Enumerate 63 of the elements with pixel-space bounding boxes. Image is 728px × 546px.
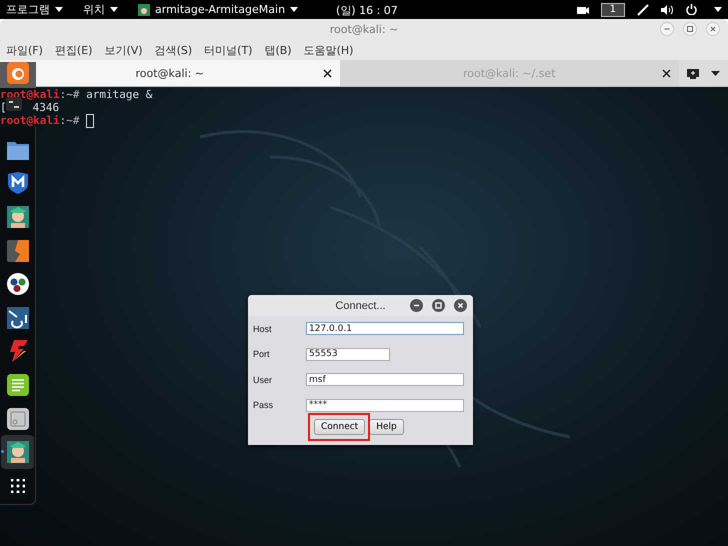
terminal-text: 4346 xyxy=(32,101,60,114)
clock[interactable]: (일) 16 : 07 xyxy=(336,3,398,18)
app-icon[interactable] xyxy=(6,306,28,329)
caret-icon xyxy=(714,7,722,12)
app-icon xyxy=(138,4,150,16)
top-menu[interactable]: 프로그램 xyxy=(6,2,63,17)
volume-icon[interactable] xyxy=(661,4,674,14)
terminal-tab[interactable]: root@kali: ~ xyxy=(0,60,340,86)
dialog-button[interactable]: Help xyxy=(369,419,404,435)
app-icon[interactable] xyxy=(6,408,28,430)
menu-item[interactable]: 검색(S) xyxy=(154,42,192,58)
close-icon[interactable] xyxy=(322,69,332,78)
menu-item[interactable]: 편집(E) xyxy=(54,42,92,58)
dialog-button[interactable]: Connect xyxy=(314,419,366,435)
close-icon[interactable] xyxy=(662,69,671,78)
workspace-indicator[interactable]: 1 xyxy=(600,2,625,16)
top-menu[interactable]: armitage-ArmitageMain xyxy=(138,3,298,16)
caret-icon xyxy=(55,7,63,12)
menu-item[interactable]: 파일(F) xyxy=(6,42,43,58)
maximize-icon[interactable] xyxy=(683,22,697,36)
avatar-icon[interactable] xyxy=(6,206,28,228)
field-label: Port xyxy=(253,349,271,360)
prompt-user: root@kali xyxy=(0,114,60,127)
menu-item[interactable]: 도움말(H) xyxy=(304,42,354,58)
app-grid-icon[interactable] xyxy=(10,478,24,493)
running-indicator xyxy=(1,450,4,454)
field-label: Pass xyxy=(253,400,274,410)
menu-item[interactable]: 탭(B) xyxy=(264,42,292,58)
caret-icon[interactable] xyxy=(711,70,720,76)
menu-item[interactable]: 터미널(T) xyxy=(204,42,252,58)
terminal-text: armitage & xyxy=(86,88,152,101)
input-field[interactable]: 55553 xyxy=(306,348,390,361)
dialog-title: Connect... xyxy=(335,300,386,312)
input-field[interactable]: msf xyxy=(306,373,464,386)
app-icon[interactable] xyxy=(6,240,28,262)
text-cursor xyxy=(86,114,94,128)
menu-item[interactable]: 보기(V) xyxy=(104,42,143,58)
caret-icon xyxy=(110,7,118,12)
shield-icon[interactable] xyxy=(8,172,28,194)
browser-icon[interactable] xyxy=(7,62,29,84)
close-icon[interactable] xyxy=(454,299,467,312)
power-icon[interactable] xyxy=(686,4,697,15)
avatar-icon[interactable] xyxy=(6,441,28,464)
terminal-text: [ xyxy=(0,101,7,114)
prompt-user: root@kali xyxy=(0,88,60,101)
prompt-path: :~# xyxy=(60,88,80,101)
folder-icon[interactable] xyxy=(6,140,28,160)
input-field[interactable]: 127.0.0.1 xyxy=(306,322,464,336)
app-icon[interactable] xyxy=(6,273,28,296)
prompt-path: :~# xyxy=(60,114,80,127)
minimize-icon[interactable] xyxy=(410,299,423,312)
caret-icon xyxy=(290,7,298,12)
input-field[interactable]: **** xyxy=(306,398,464,412)
maximize-icon[interactable] xyxy=(432,299,445,312)
camera-icon[interactable] xyxy=(576,5,589,14)
window-title: root@kali: ~ xyxy=(330,23,398,36)
field-label: User xyxy=(253,374,274,385)
minimize-icon[interactable] xyxy=(660,22,674,36)
top-menu[interactable]: 위치 xyxy=(83,2,118,17)
bolt-icon[interactable] xyxy=(8,340,28,362)
new-tab-icon[interactable] xyxy=(687,68,699,78)
notes-icon[interactable] xyxy=(6,374,28,396)
field-label: Host xyxy=(253,324,273,334)
